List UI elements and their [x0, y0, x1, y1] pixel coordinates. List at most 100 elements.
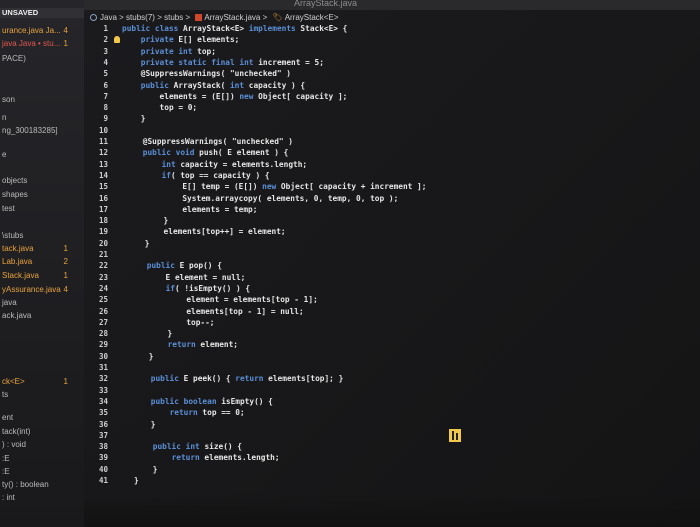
- sidebar-item[interactable]: PACE): [2, 54, 26, 64]
- sidebar-item[interactable]: tack(int): [2, 427, 30, 437]
- code-line[interactable]: @SuppressWarnings( "unchecked" ): [124, 137, 293, 147]
- line-number: 6: [103, 80, 108, 90]
- problem-count-badge: 4: [63, 26, 68, 35]
- explorer-sidebar: UNSAVED urance.java Ja... 4 java Java • st…: [0, 0, 84, 527]
- code-line[interactable]: return elements.length;: [134, 453, 280, 463]
- breadcrumb-item[interactable]: ArrayStack<E>: [285, 13, 339, 22]
- line-number: 25: [98, 295, 108, 305]
- line-number: 34: [98, 396, 108, 406]
- code-line[interactable]: return element;: [130, 340, 238, 350]
- sidebar-item[interactable]: :E: [2, 467, 10, 477]
- breadcrumb-item[interactable]: ArrayStack.java: [204, 13, 260, 22]
- sidebar-item[interactable]: n: [2, 113, 6, 123]
- line-number: 3: [103, 46, 108, 56]
- code-line[interactable]: if( top == capacity ) {: [124, 171, 270, 181]
- class-icon: 🏷: [272, 13, 283, 22]
- code-line[interactable]: }: [134, 476, 139, 486]
- java-project-icon: [90, 14, 97, 21]
- sidebar-item[interactable]: son: [2, 95, 15, 105]
- line-number: 33: [98, 385, 108, 395]
- code-line[interactable]: private static final int increment = 5;: [122, 58, 324, 68]
- sidebar-item[interactable]: ty() : boolean: [2, 480, 49, 490]
- line-number: 37: [98, 430, 108, 440]
- sidebar-item[interactable]: shapes: [2, 190, 28, 200]
- code-line[interactable]: }: [134, 465, 158, 475]
- sidebar-item[interactable]: yAssurance.java: [2, 285, 61, 295]
- code-line[interactable]: }: [122, 114, 146, 124]
- code-line[interactable]: @SuppressWarnings( "unchecked" ): [122, 69, 291, 79]
- breadcrumb-item[interactable]: Java: [100, 13, 117, 22]
- code-line[interactable]: elements = (E[]) new Object[ capacity ];: [122, 92, 348, 102]
- code-line[interactable]: }: [130, 352, 154, 362]
- line-number: 9: [103, 114, 108, 124]
- code-line[interactable]: }: [130, 329, 173, 339]
- code-line[interactable]: E[] temp = (E[]) new Object[ capacity + …: [126, 182, 426, 192]
- sidebar-item[interactable]: ts: [2, 390, 8, 400]
- code-line[interactable]: public E peek() { return elements[top]; …: [132, 374, 344, 384]
- code-line[interactable]: public class ArrayStack<E> implements St…: [122, 24, 347, 34]
- code-line[interactable]: elements[top - 1] = null;: [130, 307, 303, 317]
- sidebar-item[interactable]: java Java • stu...: [2, 39, 60, 49]
- line-number: 38: [98, 442, 108, 452]
- tab-title[interactable]: ArrayStack.java: [294, 0, 357, 8]
- line-number: 17: [98, 204, 108, 214]
- tab-bar: ArrayStack.java: [84, 0, 700, 10]
- code-line[interactable]: E element = null;: [128, 273, 246, 283]
- code-line[interactable]: int capacity = elements.length;: [124, 160, 308, 170]
- code-line[interactable]: public int size() {: [134, 442, 242, 452]
- code-line[interactable]: public void push( E element ) {: [124, 148, 289, 158]
- sidebar-item[interactable]: Lab.java: [2, 257, 32, 267]
- code-line[interactable]: }: [132, 420, 156, 430]
- sidebar-item[interactable]: ng_300183285]: [2, 126, 58, 136]
- code-line[interactable]: return top == 0;: [132, 408, 245, 418]
- code-line[interactable]: top--;: [130, 318, 214, 328]
- lightbulb-icon[interactable]: [114, 36, 120, 43]
- breadcrumb-item[interactable]: stubs: [164, 13, 183, 22]
- code-line[interactable]: public ArrayStack( int capacity ) {: [122, 81, 305, 91]
- breadcrumb-separator: >: [157, 13, 162, 22]
- sidebar-item[interactable]: : int: [2, 493, 15, 503]
- problem-count-badge: 4: [63, 285, 68, 294]
- sidebar-item[interactable]: Stack.java: [2, 271, 39, 281]
- code-line[interactable]: if( !isEmpty() ) {: [128, 284, 251, 294]
- sidebar-item[interactable]: \stubs: [2, 231, 23, 241]
- line-number: 5: [103, 69, 108, 79]
- code-line[interactable]: elements = temp;: [126, 205, 257, 215]
- line-number: 14: [98, 170, 108, 180]
- line-number: 1: [103, 24, 108, 33]
- code-line[interactable]: System.arraycopy( elements, 0, temp, 0, …: [126, 194, 398, 204]
- line-number: 22: [98, 261, 108, 271]
- breadcrumb-item[interactable]: stubs(7): [126, 13, 155, 22]
- code-line[interactable]: }: [126, 239, 150, 249]
- java-file-icon: [195, 14, 203, 21]
- line-number: 27: [98, 317, 108, 327]
- breadcrumb: Java > stubs(7) > stubs > ArrayStack.jav…: [84, 11, 684, 25]
- sidebar-item[interactable]: ack.java: [2, 311, 31, 321]
- line-number: 24: [98, 283, 108, 293]
- code-line[interactable]: element = elements[top - 1];: [130, 295, 317, 305]
- sidebar-item[interactable]: :E: [2, 454, 10, 464]
- line-number: 41: [98, 476, 108, 485]
- sidebar-item[interactable]: ) : void: [2, 440, 26, 450]
- code-line[interactable]: private E[] elements;: [122, 35, 240, 45]
- sidebar-item[interactable]: ent: [2, 413, 13, 423]
- code-line[interactable]: public boolean isEmpty() {: [132, 397, 273, 407]
- line-number: 13: [98, 159, 108, 169]
- code-line[interactable]: private int top;: [122, 47, 216, 57]
- sidebar-item[interactable]: test: [2, 204, 15, 214]
- line-number: 36: [98, 419, 108, 429]
- sidebar-item[interactable]: objects: [2, 176, 27, 186]
- sidebar-item[interactable]: e: [2, 150, 6, 160]
- sidebar-item[interactable]: urance.java Ja...: [2, 26, 61, 36]
- mouse-cursor-icon: [449, 429, 461, 442]
- code-line[interactable]: elements[top++] = element;: [126, 227, 286, 237]
- sidebar-item[interactable]: tack.java: [2, 244, 34, 254]
- code-line[interactable]: public E pop() {: [128, 261, 222, 271]
- code-line[interactable]: }: [126, 216, 169, 226]
- line-number: 26: [98, 306, 108, 316]
- sidebar-item[interactable]: ck<E>: [2, 377, 25, 387]
- line-number: 8: [103, 103, 108, 113]
- code-line[interactable]: top = 0;: [122, 103, 198, 113]
- problem-count-badge: 1: [63, 377, 68, 386]
- sidebar-item[interactable]: java: [2, 298, 17, 308]
